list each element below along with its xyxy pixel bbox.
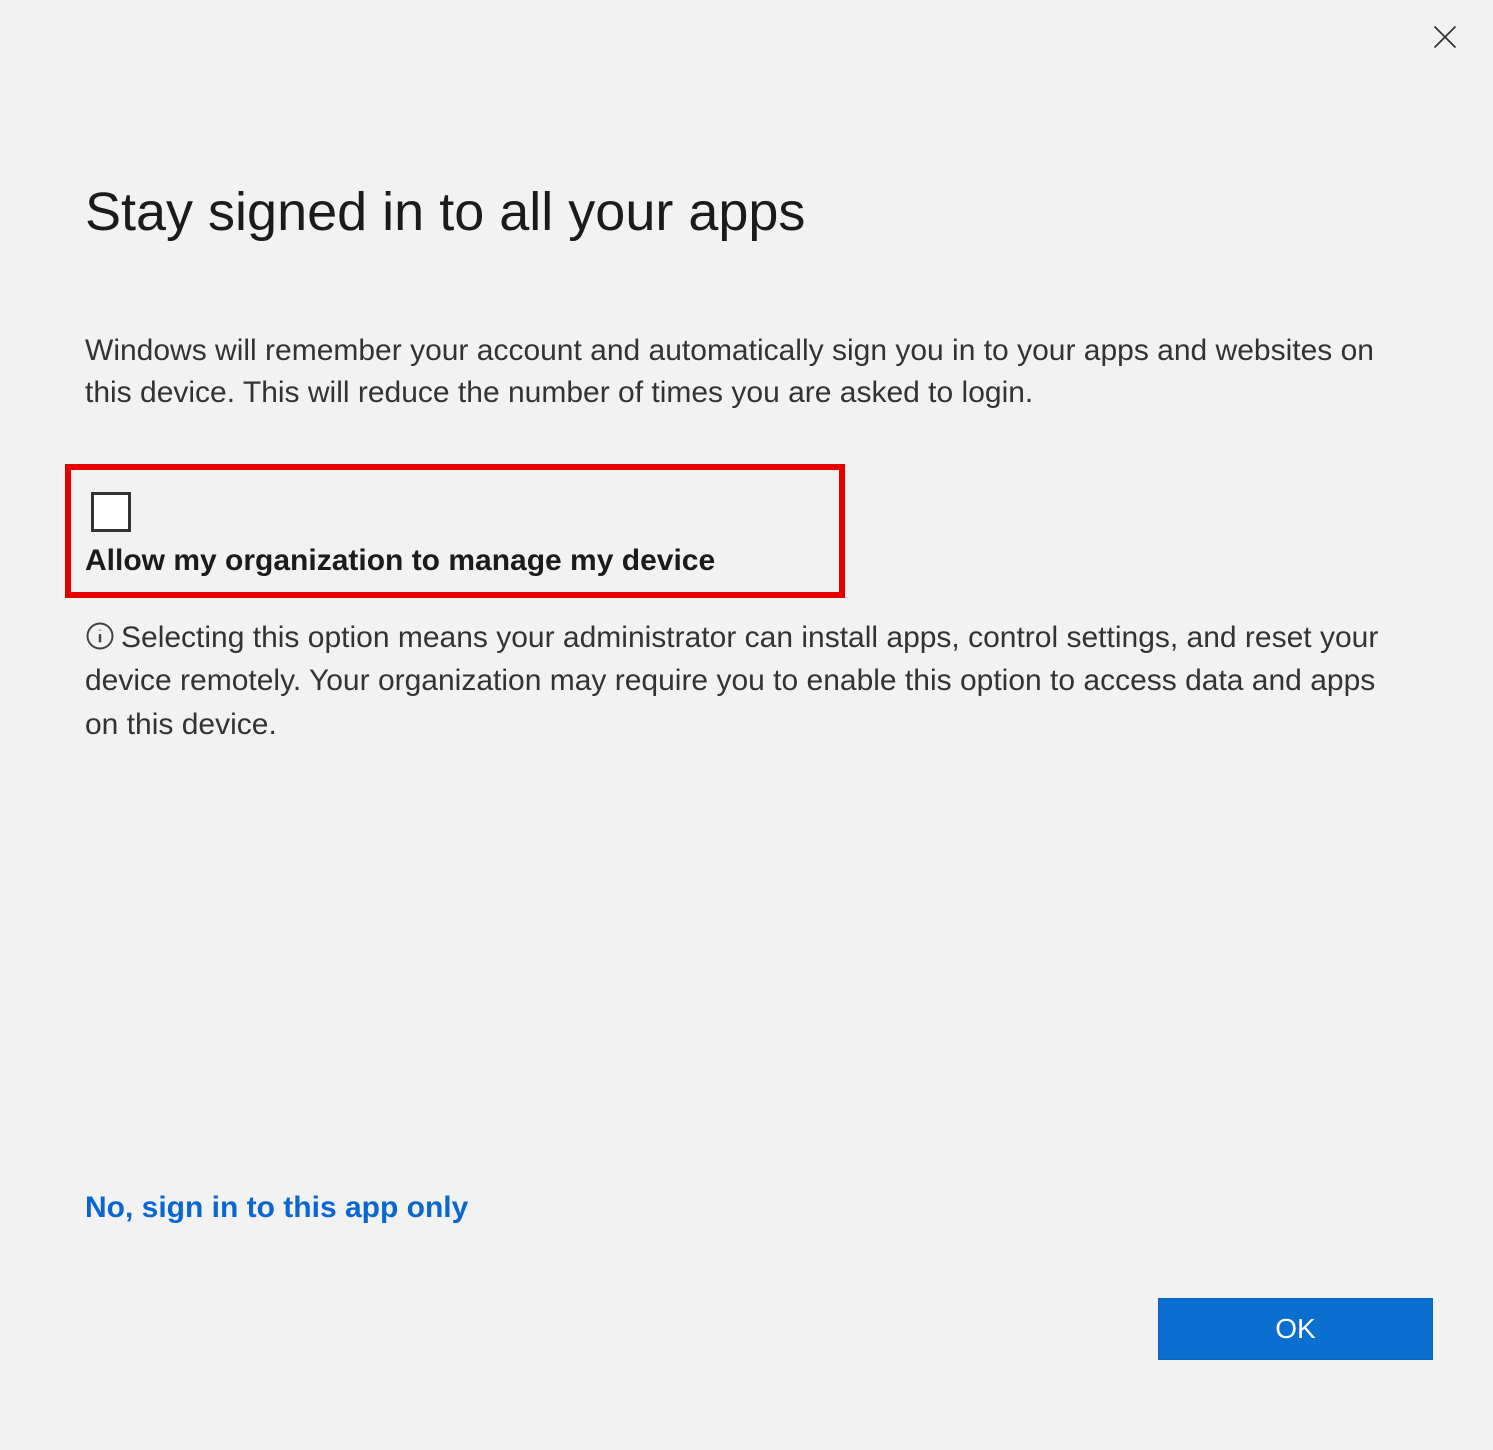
dialog-description: Windows will remember your account and a… <box>85 330 1408 414</box>
signin-dialog: Stay signed in to all your apps Windows … <box>0 0 1493 1450</box>
manage-device-checkbox-label: Allow my organization to manage my devic… <box>85 544 825 578</box>
info-text: Selecting this option means your adminis… <box>85 621 1378 741</box>
ok-button[interactable]: OK <box>1158 1298 1433 1360</box>
manage-device-checkbox-row: Allow my organization to manage my devic… <box>85 492 825 578</box>
info-block: Selecting this option means your adminis… <box>85 616 1408 747</box>
checkbox-highlight-frame: Allow my organization to manage my devic… <box>65 464 845 598</box>
info-icon <box>85 621 115 651</box>
close-icon <box>1431 23 1459 54</box>
dialog-title: Stay signed in to all your apps <box>85 180 1408 245</box>
close-button[interactable] <box>1425 18 1465 58</box>
manage-device-checkbox[interactable] <box>91 492 131 532</box>
sign-in-app-only-link[interactable]: No, sign in to this app only <box>85 1191 468 1225</box>
dialog-content: Stay signed in to all your apps Windows … <box>0 0 1493 746</box>
